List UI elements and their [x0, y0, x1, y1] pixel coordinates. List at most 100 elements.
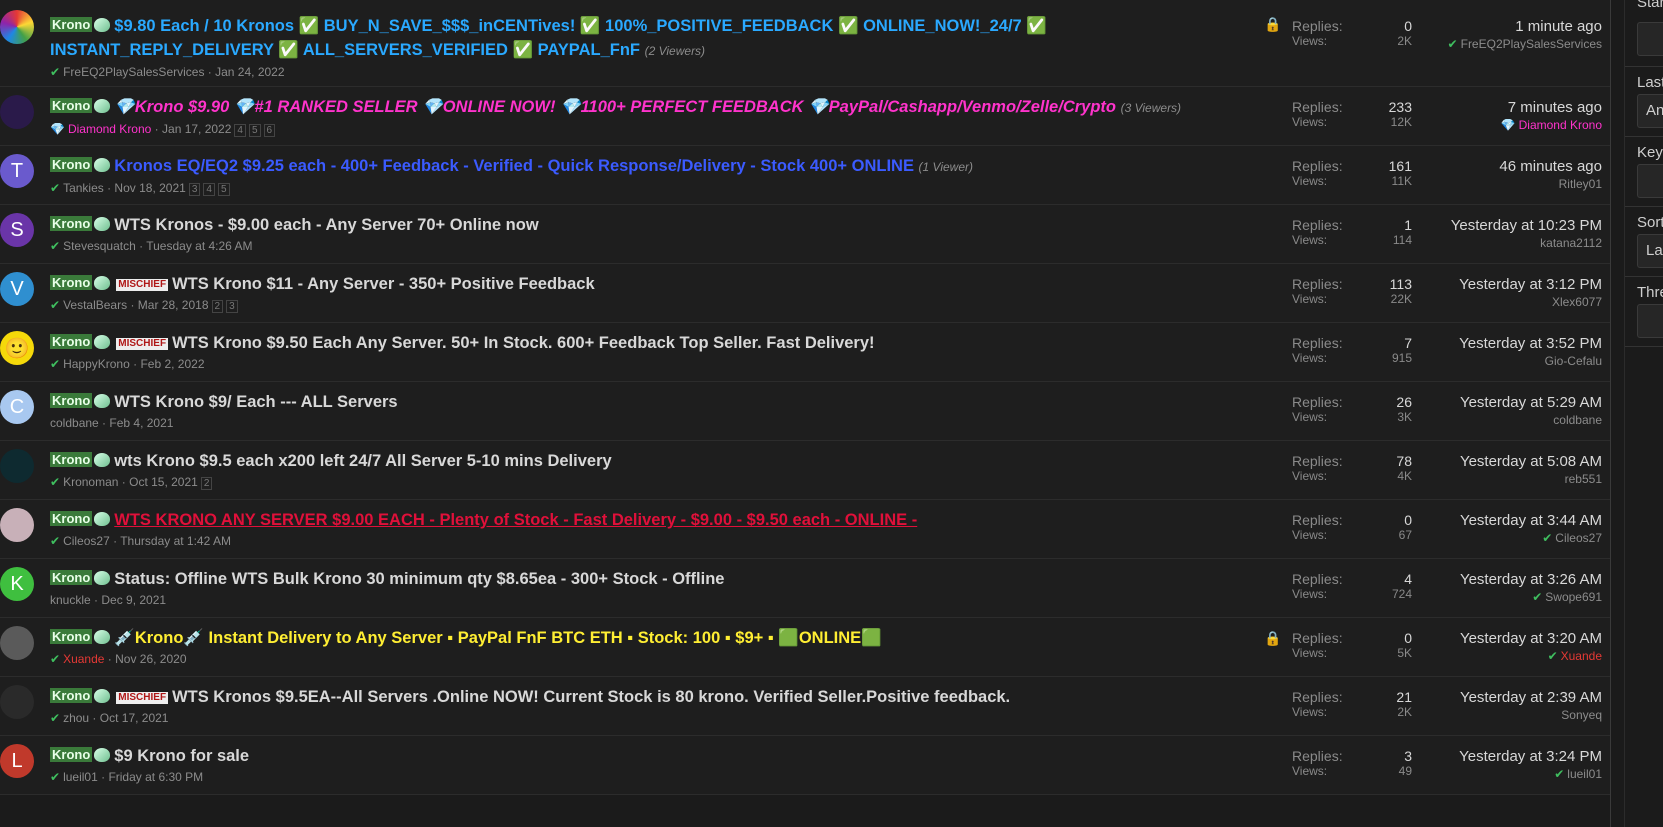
thread-author[interactable]: HappyKrono [63, 357, 130, 371]
last-poster-name[interactable]: reb551 [1565, 472, 1602, 486]
thread-start-date[interactable]: Feb 2, 2022 [140, 357, 204, 371]
thread-row[interactable]: L Krono $9 Krono for sale ✔ lueil01 · Friday… [0, 736, 1610, 795]
filter-input[interactable]: Las [1637, 234, 1663, 268]
last-post-time[interactable]: Yesterday at 3:26 AM [1460, 571, 1602, 588]
thread-start-date[interactable]: Thursday at 1:42 AM [120, 534, 231, 548]
thread-prefix-label[interactable]: Krono [50, 17, 93, 32]
thread-title-link[interactable]: 💉Krono💉 Instant Delivery to Any Server ▪… [114, 629, 881, 647]
thread-row[interactable]: K Krono Status: Offline WTS Bulk Krono 30 … [0, 559, 1610, 618]
thread-prefix-label[interactable]: Krono [50, 98, 93, 113]
thread-prefix-label[interactable]: Krono [50, 275, 93, 290]
thread-prefix-label[interactable]: Krono [50, 688, 93, 703]
thread-row[interactable]: S Krono WTS Kronos - $9.00 each - Any Serv… [0, 205, 1610, 264]
thread-title-link[interactable]: $9.80 Each / 10 Kronos ✅ BUY_N_SAVE_$$$_… [50, 17, 1047, 59]
thread-title-link[interactable]: wts Krono $9.5 each x200 left 24/7 All S… [114, 452, 611, 470]
thread-start-date[interactable]: Jan 24, 2022 [215, 65, 284, 79]
thread-start-date[interactable]: Dec 9, 2021 [101, 593, 166, 607]
last-post-time[interactable]: Yesterday at 3:20 AM [1460, 630, 1602, 647]
thread-row[interactable]: Krono WTS KRONO ANY SERVER $9.00 EACH - P… [0, 500, 1610, 559]
last-post-time[interactable]: Yesterday at 3:24 PM [1459, 748, 1602, 765]
thread-prefix-label[interactable]: Krono [50, 334, 93, 349]
thread-start-date[interactable]: Mar 28, 2018 [138, 298, 209, 312]
last-poster-name[interactable]: Cileos27 [1555, 531, 1602, 545]
thread-start-date[interactable]: Oct 15, 2021 [129, 475, 198, 489]
thread-prefix-label[interactable]: Krono [50, 629, 93, 644]
thread-start-date[interactable]: Nov 26, 2020 [115, 652, 186, 666]
thread-prefix-label[interactable]: Krono [50, 511, 93, 526]
thread-row[interactable]: Krono $9.80 Each / 10 Kronos ✅ BUY_N_SAVE… [0, 0, 1610, 87]
thread-author[interactable]: knuckle [50, 593, 91, 607]
last-post-time[interactable]: 46 minutes ago [1499, 158, 1602, 175]
last-poster-name[interactable]: Sonyeq [1561, 708, 1602, 722]
page-jump-link[interactable]: 4 [203, 183, 215, 196]
avatar[interactable]: C [0, 390, 34, 424]
thread-start-date[interactable]: Friday at 6:30 PM [108, 770, 203, 784]
last-post-time[interactable]: Yesterday at 10:23 PM [1451, 217, 1602, 234]
filter-input[interactable]: An [1637, 94, 1663, 128]
last-poster-name[interactable]: Diamond Krono [1519, 118, 1602, 132]
page-jump-link[interactable]: 4 [234, 124, 246, 137]
thread-start-date[interactable]: Feb 4, 2021 [109, 416, 173, 430]
page-jump-link[interactable]: 3 [226, 300, 238, 313]
thread-row[interactable]: C Krono WTS Krono $9/ Each --- ALL Servers… [0, 382, 1610, 441]
last-poster-name[interactable]: Xlex6077 [1552, 295, 1602, 309]
last-post-time[interactable]: Yesterday at 3:44 AM [1460, 512, 1602, 529]
thread-author[interactable]: Kronoman [63, 475, 118, 489]
last-post-time[interactable]: Yesterday at 2:39 AM [1460, 689, 1602, 706]
avatar[interactable] [0, 95, 34, 129]
thread-row[interactable]: T Krono Kronos EQ/EQ2 $9.25 each - 400+ Fe… [0, 146, 1610, 205]
thread-author[interactable]: Tankies [63, 181, 104, 195]
last-post-time[interactable]: Yesterday at 3:52 PM [1459, 335, 1602, 352]
thread-title-link[interactable]: WTS Krono $9/ Each --- ALL Servers [114, 393, 397, 411]
page-jump-link[interactable]: 5 [248, 124, 261, 137]
page-jump-link[interactable]: 5 [217, 183, 230, 196]
thread-title-link[interactable]: $9 Krono for sale [114, 747, 249, 765]
thread-row[interactable]: Krono MISCHIEF WTS Kronos $9.5EA--All Serv… [0, 677, 1610, 736]
thread-start-date[interactable]: Nov 18, 2021 [114, 181, 185, 195]
page-jump-link[interactable]: 2 [200, 477, 213, 490]
filter-input[interactable] [1637, 304, 1663, 338]
avatar[interactable]: K [0, 567, 34, 601]
avatar[interactable]: L [0, 744, 34, 778]
page-jump-link[interactable]: 2 [211, 300, 224, 313]
thread-prefix-label[interactable]: Krono [50, 393, 93, 408]
thread-title-link[interactable]: Status: Offline WTS Bulk Krono 30 minimu… [114, 570, 724, 588]
avatar[interactable] [0, 508, 34, 542]
last-post-time[interactable]: 1 minute ago [1448, 18, 1602, 35]
last-poster-name[interactable]: Gio-Cefalu [1545, 354, 1602, 368]
filter-input[interactable] [1637, 22, 1663, 56]
avatar[interactable]: V [0, 272, 34, 306]
thread-author[interactable]: Xuande [63, 652, 104, 666]
thread-row[interactable]: 🙂 Krono MISCHIEF WTS Krono $9.50 Each Any S… [0, 323, 1610, 382]
thread-row[interactable]: V Krono MISCHIEF WTS Krono $11 - Any Server… [0, 264, 1610, 323]
thread-title-link[interactable]: 💎Krono $9.90 💎#1 RANKED SELLER 💎ONLINE N… [114, 98, 1116, 116]
thread-author[interactable]: Diamond Krono [68, 122, 151, 136]
thread-prefix-label[interactable]: Krono [50, 157, 93, 172]
last-post-time[interactable]: Yesterday at 3:12 PM [1459, 276, 1602, 293]
avatar[interactable]: T [0, 154, 34, 188]
thread-prefix-label[interactable]: Krono [50, 216, 93, 231]
thread-row[interactable]: Krono 💉Krono💉 Instant Delivery to Any Ser… [0, 618, 1610, 677]
thread-start-date[interactable]: Tuesday at 4:26 AM [146, 239, 252, 253]
avatar[interactable] [0, 685, 34, 719]
thread-row[interactable]: Krono 💎Krono $9.90 💎#1 RANKED SELLER 💎ONL… [0, 87, 1610, 146]
thread-start-date[interactable]: Jan 17, 2022 [162, 122, 231, 136]
avatar[interactable]: S [0, 213, 34, 247]
thread-prefix-label[interactable]: Krono [50, 570, 93, 585]
avatar[interactable] [0, 626, 34, 660]
page-jump-link[interactable]: 3 [188, 183, 201, 196]
last-poster-name[interactable]: katana2112 [1540, 236, 1602, 250]
last-post-time[interactable]: Yesterday at 5:08 AM [1460, 453, 1602, 470]
avatar[interactable] [0, 449, 34, 483]
last-poster-name[interactable]: lueil01 [1567, 767, 1602, 781]
thread-prefix-label[interactable]: Krono [50, 452, 93, 467]
last-post-time[interactable]: Yesterday at 5:29 AM [1460, 394, 1602, 411]
thread-title-link[interactable]: Kronos EQ/EQ2 $9.25 each - 400+ Feedback… [114, 157, 914, 175]
filter-input[interactable] [1637, 164, 1663, 198]
thread-author[interactable]: Cileos27 [63, 534, 110, 548]
last-post-time[interactable]: 7 minutes ago [1501, 99, 1602, 116]
thread-prefix-label[interactable]: Krono [50, 747, 93, 762]
thread-author[interactable]: lueil01 [63, 770, 98, 784]
page-jump-link[interactable]: 6 [263, 124, 276, 137]
thread-author[interactable]: zhou [63, 711, 89, 725]
